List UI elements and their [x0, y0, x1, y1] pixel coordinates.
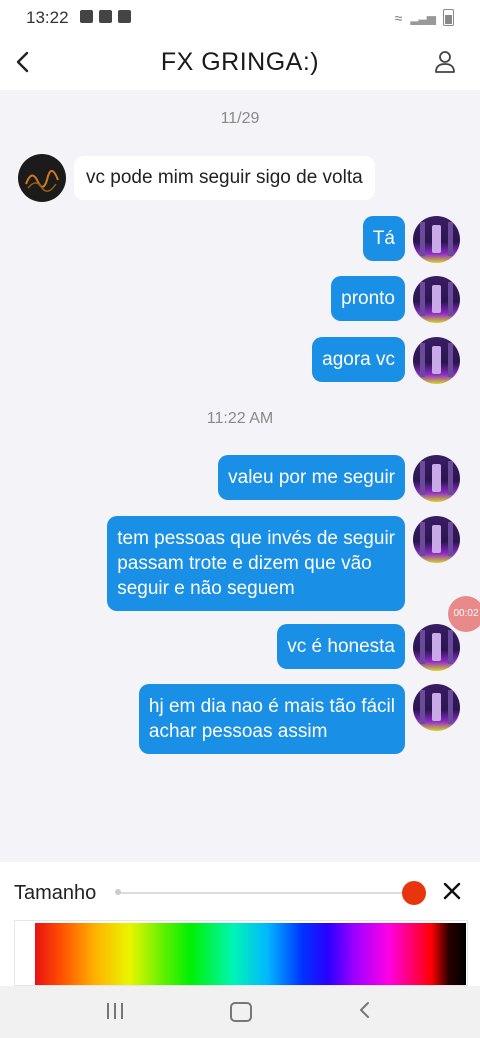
profile-button[interactable]: [434, 50, 456, 74]
avatar[interactable]: [413, 516, 460, 563]
video-icon: [80, 10, 93, 23]
size-label: Tamanho: [14, 882, 97, 904]
notification-icons: [80, 10, 131, 23]
size-slider[interactable]: [115, 881, 426, 905]
folder-icon: [99, 10, 112, 23]
chat-area[interactable]: 11/29 vc pode mim seguir sigo de volta T…: [0, 90, 480, 862]
avatar[interactable]: [413, 276, 460, 323]
avatar[interactable]: [413, 624, 460, 671]
outgoing-message: agora vc: [312, 337, 460, 384]
avatar-image: [25, 169, 59, 192]
page-title: FX GRINGA:): [160, 48, 320, 76]
color-palette[interactable]: [35, 923, 466, 985]
color-palette-frame: [14, 920, 468, 986]
avatar[interactable]: [413, 337, 460, 384]
slider-knob[interactable]: [402, 881, 426, 905]
avatar[interactable]: [18, 154, 66, 202]
outgoing-message: vc é honesta: [277, 624, 460, 671]
signal-icon: ▂▃▅: [410, 10, 436, 25]
message-bubble[interactable]: Tá: [362, 216, 405, 261]
outgoing-message: valeu por me seguir: [218, 455, 460, 502]
system-icons: ≈ ▂▃▅: [395, 9, 454, 26]
incoming-message: vc pode mim seguir sigo de volta: [18, 154, 375, 202]
time-separator: 11:22 AM: [206, 410, 274, 427]
outgoing-message: hj em dia nao é mais tão fácil achar pes…: [138, 684, 460, 754]
message-line: tem pessoas que invés de seguir: [117, 528, 395, 549]
recent-apps-icon: [107, 1003, 109, 1019]
nav-back-button[interactable]: [356, 1000, 374, 1020]
app-notification-icon: [118, 10, 131, 23]
outgoing-message: tem pessoas que invés de seguir passam t…: [107, 516, 460, 611]
message-bubble[interactable]: vc é honesta: [277, 624, 405, 669]
close-button[interactable]: [442, 880, 462, 902]
brush-panel: Tamanho: [0, 862, 480, 986]
message-bubble[interactable]: agora vc: [312, 337, 405, 382]
person-icon: [435, 51, 455, 73]
wifi-icon: ≈: [394, 9, 403, 26]
recording-indicator[interactable]: 00:02: [448, 596, 480, 632]
close-icon: [443, 882, 461, 900]
system-nav-bar: [0, 986, 480, 1038]
battery-icon: [443, 9, 454, 26]
message-line: hj em dia nao é mais tão fácil: [148, 696, 395, 717]
message-bubble[interactable]: valeu por me seguir: [218, 455, 405, 500]
status-time: 13:22: [26, 8, 69, 27]
message-bubble[interactable]: hj em dia nao é mais tão fácil achar pes…: [138, 684, 405, 754]
back-icon: [360, 1002, 369, 1018]
message-line: achar pessoas assim: [148, 721, 328, 742]
status-bar: 13:22 ≈ ▂▃▅: [0, 0, 480, 36]
outgoing-message: pronto: [331, 276, 460, 323]
avatar[interactable]: [413, 455, 460, 502]
message-bubble[interactable]: pronto: [331, 276, 405, 321]
avatar[interactable]: [413, 216, 460, 263]
message-bubble[interactable]: tem pessoas que invés de seguir passam t…: [107, 516, 405, 611]
message-line: seguir e não seguem: [117, 578, 295, 599]
slider-track-start: [115, 889, 121, 895]
date-separator: 11/29: [220, 110, 260, 127]
chat-header: FX GRINGA:): [0, 36, 480, 90]
home-button[interactable]: [230, 1002, 252, 1022]
avatar[interactable]: [413, 684, 460, 731]
message-bubble[interactable]: vc pode mim seguir sigo de volta: [74, 156, 375, 200]
recent-apps-button[interactable]: [107, 1003, 123, 1019]
outgoing-message: Tá: [362, 216, 460, 263]
message-line: passam trote e dizem que vão: [117, 553, 372, 574]
